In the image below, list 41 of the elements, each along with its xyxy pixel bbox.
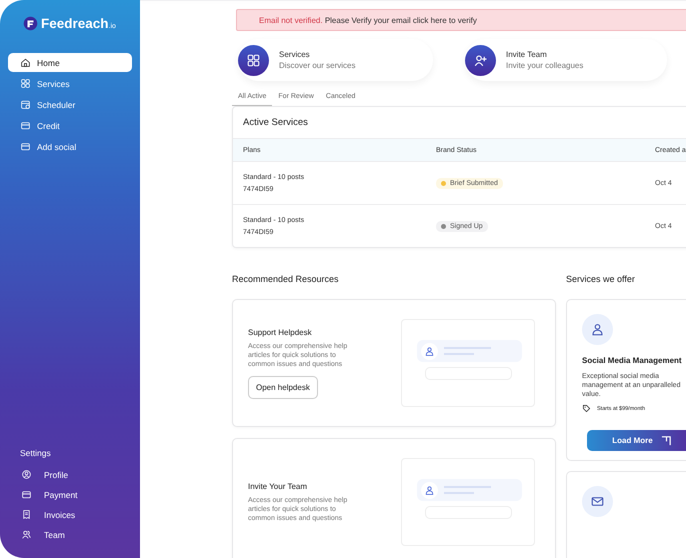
mail-icon [582,486,613,517]
tag-icon [582,404,591,413]
add-user-icon [465,44,496,76]
nav-item[interactable]: Invoices [20,507,132,522]
load-more-button[interactable]: Load More [587,430,686,451]
card-title: Support Helpdesk [248,328,313,336]
corner-arrow-icon [660,435,672,446]
home-icon [20,57,31,68]
section-title: Settings [20,448,52,458]
nav-item[interactable]: Credit [8,116,132,135]
card-title: Social Media Management [582,356,683,365]
shortcut-card[interactable]: Invite Team Invite your colleagues [465,39,667,81]
receipt-icon [21,509,32,520]
open-button[interactable]: Open helpdesk [248,376,318,398]
nav-item[interactable]: Services [8,74,132,93]
grid-icon [20,78,31,89]
logo-icon [23,16,38,30]
card-icon [21,489,32,500]
grid-icon [238,44,269,76]
table-title: Active Services [242,116,309,130]
card-subtitle: Invite your colleagues [506,61,584,70]
nav-item[interactable]: Team [20,527,132,542]
card-title: Invite Your Team [248,482,308,490]
nav-item[interactable]: Scheduler [8,95,132,114]
person-icon [582,314,613,345]
nav-item[interactable]: Add social [8,137,132,156]
section-title: Recommended Resources [232,274,340,284]
alert-banner[interactable]: Email not verified. Please Verify your email click here to verify [236,9,686,31]
team-icon [21,529,32,540]
card-icon [20,141,31,152]
profile-icon [21,469,32,480]
card-subtitle: Discover our services [279,61,356,70]
nav-item[interactable]: Payment [20,487,132,502]
card-title: Invite Team [506,50,548,59]
nav-item[interactable]: Profile [20,467,132,482]
section-title: Services we offer [566,274,636,284]
card-icon [20,120,31,131]
shortcut-card[interactable]: Services Discover our services [238,39,433,81]
nav-item[interactable]: Home [8,53,132,72]
calendar-icon [20,99,31,110]
card-title: Services [279,50,311,59]
